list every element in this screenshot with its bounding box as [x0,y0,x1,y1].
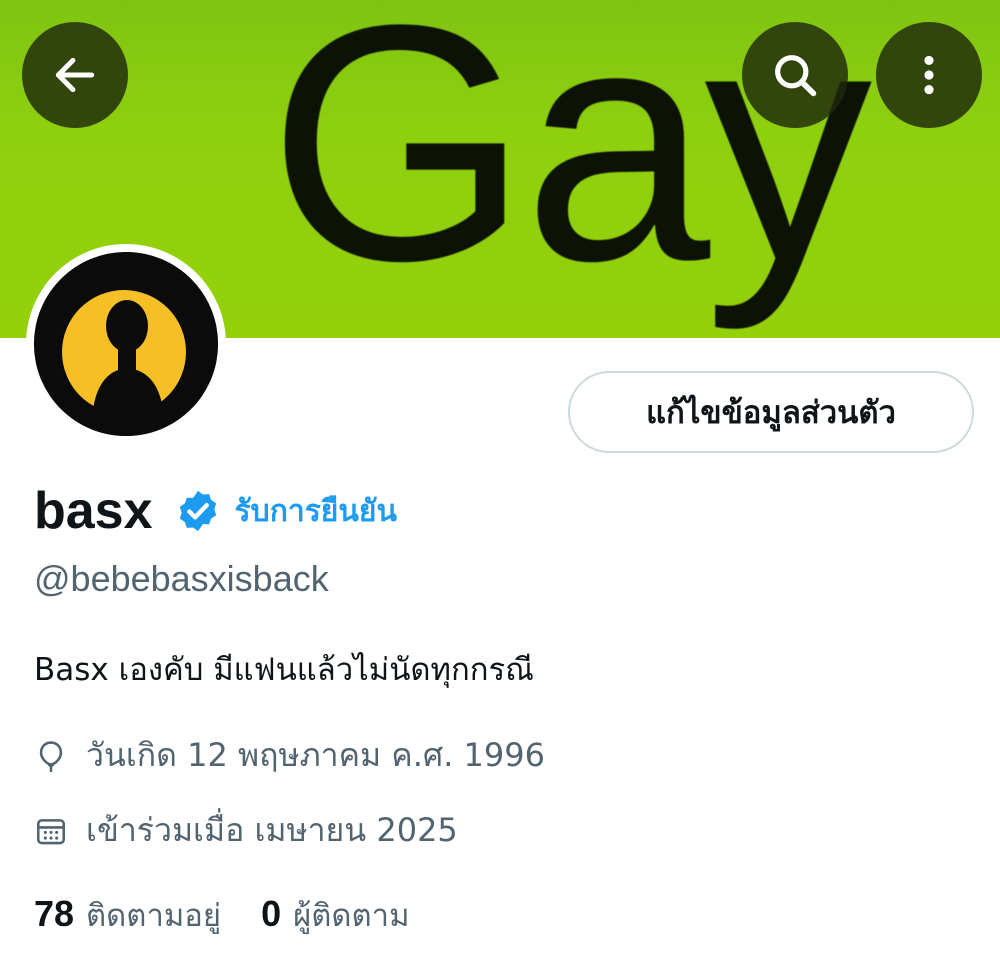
balloon-icon [39,740,63,772]
display-name: basx [34,482,153,540]
profile-bio: Basx เองคับ มีแฟนแล้วไม่นัดทุกกรณี [34,652,534,688]
birthday-row: วันเกิด 12 พฤษภาคม ค.ศ. 1996 [34,730,545,781]
following-count: 78 [34,893,75,934]
joined-text: เข้าร่วมเมื่อ เมษายน 2025 [86,811,458,849]
search-button[interactable] [742,22,848,128]
edit-profile-button[interactable]: แก้ไขข้อมูลส่วนตัว [568,371,974,453]
arrow-left-icon [55,57,95,93]
profile-handle: @bebebasxisback [34,558,329,599]
edit-profile-label: แก้ไขข้อมูลส่วนตัว [646,395,896,431]
back-button[interactable] [22,22,128,128]
more-vertical-icon [924,55,934,95]
followers-label: ผู้ติดตาม [293,898,410,934]
following-label: ติดตามอยู่ [86,898,222,934]
verified-label[interactable]: รับการยืนยัน [235,488,397,535]
avatar-image [34,252,218,436]
search-icon [775,55,817,97]
joined-row: เข้าร่วมเมื่อ เมษายน 2025 [34,805,458,856]
birthday-text: วันเกิด 12 พฤษภาคม ค.ศ. 1996 [86,736,545,774]
avatar[interactable] [26,244,226,444]
avatar-silhouette-icon [34,252,218,436]
following-link[interactable]: 78 ติดตามอยู่ [34,890,221,940]
name-row: basx รับการยืนยัน [34,476,397,546]
more-options-button[interactable] [876,22,982,128]
verified-badge-icon[interactable] [175,488,221,534]
calendar-icon [36,818,66,844]
followers-link[interactable]: 0 ผู้ติดตาม [261,890,409,940]
follow-stats: 78 ติดตามอยู่ 0 ผู้ติดตาม [34,890,410,940]
followers-count: 0 [261,893,282,934]
